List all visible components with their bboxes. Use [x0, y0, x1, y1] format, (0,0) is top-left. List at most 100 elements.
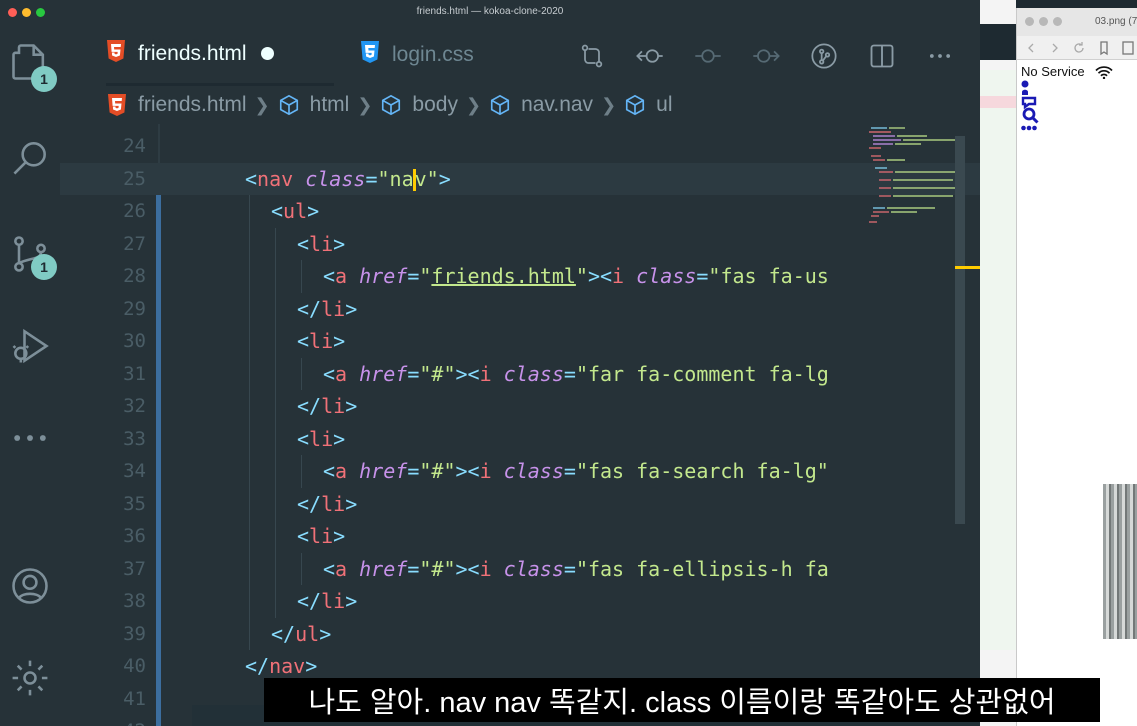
more-actions-icon[interactable] [920, 36, 960, 76]
code-line[interactable]: 25 <nav class="nav"> [60, 162, 980, 195]
line-number[interactable]: 41 [60, 688, 146, 710]
code-line[interactable]: 37 <a href="#"><i class="fas fa-ellipsis-… [60, 552, 980, 585]
line-number[interactable]: 33 [60, 428, 146, 450]
line-number[interactable]: 36 [60, 525, 146, 547]
code-editor[interactable]: 24 25 <nav class="nav"> 26 <ul> 27 <li> 28 <a hr… [60, 124, 980, 726]
code-token: </ [297, 394, 322, 419]
code-text[interactable]: <a href="#"><i class="far fa-comment fa-… [323, 362, 829, 386]
open-changes-icon[interactable] [572, 36, 612, 76]
code-line[interactable]: 35 </li> [60, 487, 980, 520]
code-text[interactable]: <li> [297, 329, 345, 353]
unsaved-dot-icon[interactable] [260, 47, 274, 60]
minimap[interactable] [865, 124, 960, 229]
git-graph-icon[interactable] [804, 36, 844, 76]
code-text[interactable]: </ul> [271, 622, 331, 646]
code-text[interactable]: </li> [297, 492, 357, 516]
preview-window[interactable]: 03.png (75 No Service [1016, 8, 1137, 726]
line-number[interactable]: 38 [60, 590, 146, 612]
line-number[interactable]: 42 [60, 720, 146, 726]
indent-guide [249, 292, 250, 325]
code-token: < [323, 459, 336, 484]
settings-gear-icon[interactable] [6, 654, 54, 702]
preview-title: 03.png (75 [1095, 16, 1137, 27]
code-line[interactable]: 33 <li> [60, 422, 980, 455]
preview-toolbar [1017, 36, 1137, 60]
tab-login-css[interactable]: login.css [360, 24, 474, 86]
line-number[interactable]: 27 [60, 233, 146, 255]
code-line[interactable]: 38 </li> [60, 585, 980, 618]
line-number[interactable]: 31 [60, 363, 146, 385]
code-token: li [321, 589, 346, 614]
more-icon[interactable] [6, 414, 54, 462]
line-number[interactable]: 29 [60, 298, 146, 320]
breadcrumb-item-html[interactable]: html [278, 93, 349, 117]
line-number[interactable]: 24 [60, 135, 146, 157]
code-token: < [323, 361, 336, 386]
code-line[interactable]: 24 [60, 130, 980, 163]
code-line[interactable]: 36 <li> [60, 520, 980, 553]
code-token: li [309, 231, 334, 256]
code-line[interactable]: 34 <a href="#"><i class="fas fa-search fa… [60, 455, 980, 488]
line-number[interactable]: 34 [60, 460, 146, 482]
indent-guide [301, 357, 302, 390]
split-editor-icon[interactable] [862, 36, 902, 76]
code-token: > [333, 329, 346, 354]
indent-guide [249, 552, 250, 585]
code-token: a [335, 264, 348, 289]
breadcrumb-item-body[interactable]: body [380, 93, 458, 117]
code-text[interactable]: <ul> [271, 199, 319, 223]
preview-toolbar-icons[interactable] [1017, 36, 1137, 60]
code-line[interactable]: 31 <a href="#"><i class="far fa-comment f… [60, 357, 980, 390]
code-token: "#" [419, 361, 456, 386]
search-icon[interactable] [6, 134, 54, 182]
go-back-icon[interactable] [630, 36, 670, 76]
code-line[interactable]: 26 <ul> [60, 195, 980, 228]
tab-friends-html[interactable]: friends.html [106, 24, 334, 86]
code-text[interactable]: </li> [297, 297, 357, 321]
code-text[interactable]: <li> [297, 232, 345, 256]
breadcrumb-item-ul[interactable]: ul [624, 93, 673, 117]
account-icon[interactable] [6, 562, 54, 610]
line-number[interactable]: 40 [60, 655, 146, 677]
code-line[interactable]: 28 <a href="friends.html"><i class="fas f… [60, 260, 980, 293]
line-number[interactable]: 32 [60, 395, 146, 417]
commit-icon[interactable] [688, 36, 728, 76]
line-number[interactable]: 26 [60, 200, 146, 222]
code-line[interactable]: 39 </ul> [60, 617, 980, 650]
line-number[interactable]: 39 [60, 623, 146, 645]
code-token: href [359, 556, 408, 581]
html5-icon [106, 39, 126, 68]
go-forward-icon[interactable] [746, 36, 786, 76]
code-text[interactable]: <a href="friends.html"><i class="fas fa-… [323, 264, 829, 288]
line-number[interactable]: 35 [60, 493, 146, 515]
line-number[interactable]: 37 [60, 558, 146, 580]
minimize-window-icon[interactable] [1039, 17, 1048, 26]
line-number[interactable]: 30 [60, 330, 146, 352]
zoom-window-icon[interactable] [1053, 17, 1062, 26]
code-text[interactable]: </li> [297, 589, 357, 613]
code-text[interactable]: <a href="#"><i class="fas fa-search fa-l… [323, 459, 829, 483]
vertical-scrollbar[interactable] [955, 136, 965, 524]
code-text[interactable]: <a href="#"><i class="fas fa-ellipsis-h … [323, 557, 829, 581]
breadcrumb-item-nav[interactable]: nav.nav [489, 93, 593, 117]
code-line[interactable]: 29 </li> [60, 292, 980, 325]
indent-guide [301, 455, 302, 488]
breadcrumb-item-file[interactable]: friends.html [106, 93, 247, 117]
code-token: = [407, 459, 420, 484]
code-text[interactable]: <li> [297, 427, 345, 451]
code-line[interactable]: 27 <li> [60, 227, 980, 260]
code-text[interactable]: <li> [297, 524, 345, 548]
run-debug-icon[interactable] [6, 322, 54, 370]
close-window-icon[interactable] [1025, 17, 1034, 26]
code-text[interactable]: </nav> [245, 654, 317, 678]
code-lines[interactable]: 24 25 <nav class="nav"> 26 <ul> 27 <li> 28 <a hr… [60, 130, 980, 726]
line-number[interactable]: 25 [60, 168, 146, 190]
code-text[interactable]: <nav class="nav"> [245, 167, 451, 191]
code-line[interactable]: 32 </li> [60, 390, 980, 423]
code-line[interactable]: 30 <li> [60, 325, 980, 358]
code-token: > [307, 199, 320, 224]
code-text[interactable]: </li> [297, 394, 357, 418]
line-number[interactable]: 28 [60, 265, 146, 287]
